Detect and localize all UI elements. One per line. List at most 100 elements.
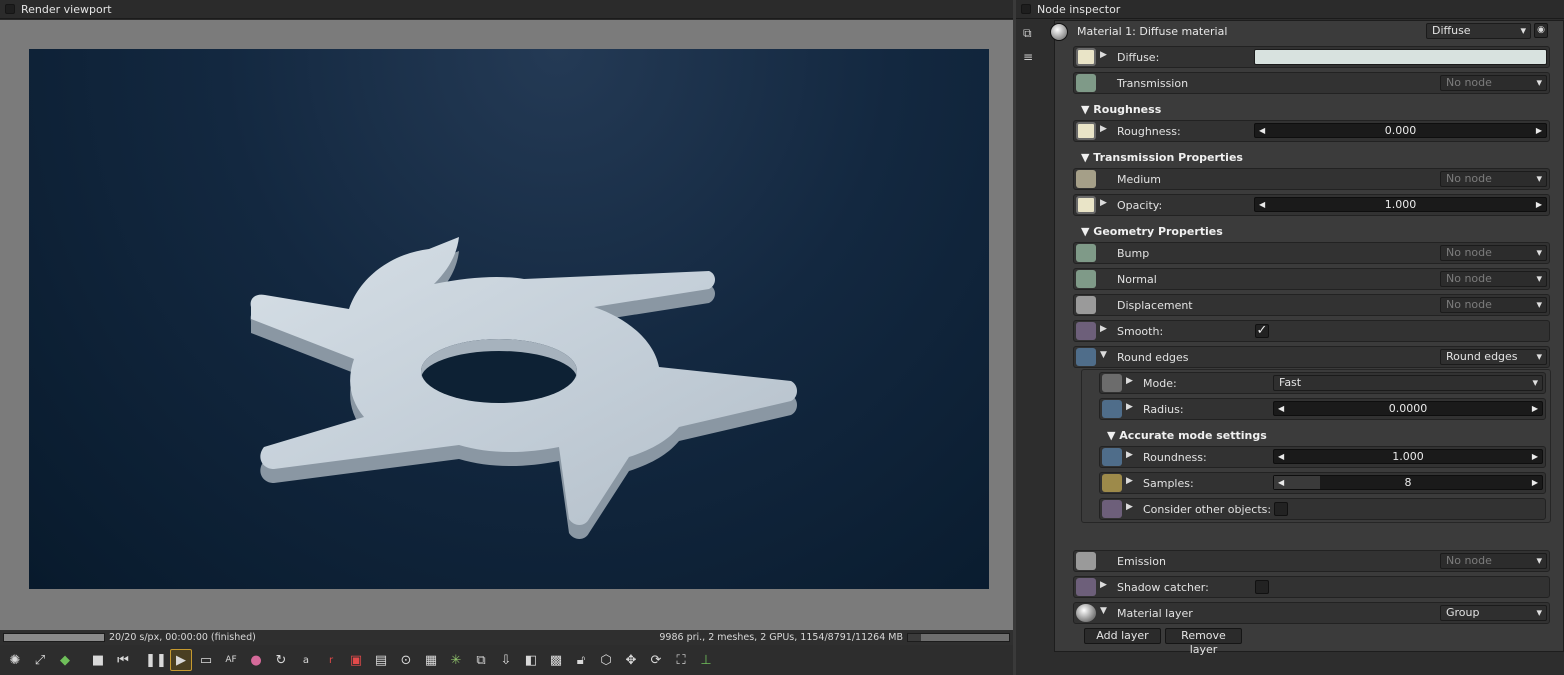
emission-row[interactable]: Emission No node xyxy=(1073,550,1550,572)
decrement-icon[interactable]: ◀ xyxy=(1278,476,1284,489)
clay-icon[interactable]: ◧ xyxy=(520,649,542,671)
axes-icon[interactable]: ⊥ xyxy=(695,649,717,671)
expand-icon[interactable]: ▶ xyxy=(1126,450,1133,460)
copy-icon[interactable]: ⧉ xyxy=(470,649,492,671)
emission-select[interactable]: No node xyxy=(1440,553,1547,569)
expand-icon[interactable]: ▶ xyxy=(1100,198,1107,208)
round-edges-select[interactable]: Round edges xyxy=(1440,349,1547,365)
round-edges-row[interactable]: ▼ Round edges Round edges xyxy=(1073,346,1550,368)
accurate-mode-section[interactable]: ▼ Accurate mode settings xyxy=(1107,429,1267,442)
texture-icon[interactable] xyxy=(1076,122,1096,140)
af-icon[interactable]: AF xyxy=(220,649,242,671)
focus-pick-icon[interactable]: ▣ xyxy=(345,649,367,671)
cube-icon[interactable]: ◆ xyxy=(54,649,76,671)
remove-layer-button[interactable]: Remove layer xyxy=(1165,628,1242,656)
radius-slider[interactable]: ◀ 0.0000 ▶ xyxy=(1273,401,1543,416)
material-layer-icon[interactable] xyxy=(1076,604,1096,622)
increment-icon[interactable]: ▶ xyxy=(1532,450,1538,463)
texture-icon[interactable] xyxy=(1076,48,1096,66)
roughness-row[interactable]: ▶ Roughness: ◀ 0.000 ▶ xyxy=(1073,120,1550,142)
material-layer-row[interactable]: ▼ Material layer Group xyxy=(1073,602,1550,624)
mode-select[interactable]: Fast xyxy=(1273,375,1543,391)
round-edges-icon[interactable] xyxy=(1076,348,1096,366)
pin-grey-icon[interactable] xyxy=(1076,296,1096,314)
consider-objects-checkbox[interactable] xyxy=(1274,502,1288,516)
samples-slider[interactable]: ◀ 8 ▶ xyxy=(1273,475,1543,490)
opacity-row[interactable]: ▶ Opacity: ◀ 1.000 ▶ xyxy=(1073,194,1550,216)
play-icon[interactable]: ▶ xyxy=(170,649,192,671)
roundness-row[interactable]: ▶ Roundness: ◀ 1.000 ▶ xyxy=(1099,446,1546,468)
checker-icon[interactable]: ▩ xyxy=(545,649,567,671)
bump-row[interactable]: Bump No node xyxy=(1073,242,1550,264)
octane-logo-icon[interactable]: ✺ xyxy=(4,649,26,671)
collapse-icon[interactable]: ≡ xyxy=(1023,50,1039,64)
rotate-icon[interactable]: ⟳ xyxy=(645,649,667,671)
expand-icon[interactable]: ▶ xyxy=(1100,50,1107,60)
opacity-slider[interactable]: ◀ 1.000 ▶ xyxy=(1254,197,1547,212)
stop-icon[interactable]: ■ xyxy=(87,649,109,671)
float-icon[interactable] xyxy=(1102,448,1122,466)
transmission-properties-section[interactable]: ▼ Transmission Properties xyxy=(1081,151,1243,164)
box-icon[interactable]: ⬡ xyxy=(595,649,617,671)
pause-icon[interactable]: ❚❚ xyxy=(145,649,167,671)
pin-green-icon[interactable] xyxy=(1076,244,1096,262)
panel-menu-icon[interactable] xyxy=(5,4,15,14)
bump-select[interactable]: No node xyxy=(1440,245,1547,261)
refresh-icon[interactable]: ↻ xyxy=(270,649,292,671)
material-type-select[interactable]: Diffuse xyxy=(1426,23,1531,39)
texture-icon[interactable] xyxy=(1076,196,1096,214)
medium-select[interactable]: No node xyxy=(1440,171,1547,187)
r-pick-icon[interactable]: r xyxy=(320,649,342,671)
expand-icon[interactable]: ▶ xyxy=(1100,580,1107,590)
expand-icon[interactable]: ▶ xyxy=(1100,124,1107,134)
radius-row[interactable]: ▶ Radius: ◀ 0.0000 ▶ xyxy=(1099,398,1546,420)
a-pick-icon[interactable]: a xyxy=(295,649,317,671)
pin-green-icon[interactable] xyxy=(1076,74,1096,92)
render-image[interactable] xyxy=(29,49,989,589)
consider-objects-row[interactable]: ▶ Consider other objects: xyxy=(1099,498,1546,520)
bool-icon[interactable] xyxy=(1076,578,1096,596)
expand-icon[interactable]: ▶ xyxy=(1126,376,1133,386)
float-icon[interactable] xyxy=(1102,400,1122,418)
pin-tan-icon[interactable] xyxy=(1076,170,1096,188)
fullscreen-icon[interactable]: ⛶ xyxy=(670,649,692,671)
add-layer-button[interactable]: Add layer xyxy=(1084,628,1161,644)
decrement-icon[interactable]: ◀ xyxy=(1259,124,1265,137)
mode-row[interactable]: ▶ Mode: Fast xyxy=(1099,372,1546,394)
expand-icon[interactable]: ▶ xyxy=(1100,324,1107,334)
increment-icon[interactable]: ▶ xyxy=(1536,198,1542,211)
transmission-select[interactable]: No node xyxy=(1440,75,1547,91)
displacement-select[interactable]: No node xyxy=(1440,297,1547,313)
collapse-icon[interactable]: ▼ xyxy=(1100,606,1107,616)
roughness-slider[interactable]: ◀ 0.000 ▶ xyxy=(1254,123,1547,138)
diffuse-color-field[interactable] xyxy=(1254,49,1547,65)
bool-icon[interactable] xyxy=(1076,322,1096,340)
material-layer-select[interactable]: Group xyxy=(1440,605,1547,621)
bool-icon[interactable] xyxy=(1102,500,1122,518)
shadow-catcher-row[interactable]: ▶ Shadow catcher: xyxy=(1073,576,1550,598)
normal-row[interactable]: Normal No node xyxy=(1073,268,1550,290)
increment-icon[interactable]: ▶ xyxy=(1532,402,1538,415)
increment-icon[interactable]: ▶ xyxy=(1532,476,1538,489)
increment-icon[interactable]: ▶ xyxy=(1536,124,1542,137)
expand-icon[interactable]: ▶ xyxy=(1126,476,1133,486)
node-graph-icon[interactable]: ⧉ xyxy=(1023,26,1039,40)
monitor-icon[interactable]: ▭ xyxy=(195,649,217,671)
enum-icon[interactable] xyxy=(1102,374,1122,392)
int-icon[interactable] xyxy=(1102,474,1122,492)
transmission-row[interactable]: Transmission No node xyxy=(1073,72,1550,94)
shadow-catcher-checkbox[interactable] xyxy=(1255,580,1269,594)
medium-row[interactable]: Medium No node xyxy=(1073,168,1550,190)
decrement-icon[interactable]: ◀ xyxy=(1278,450,1284,463)
displacement-row[interactable]: Displacement No node xyxy=(1073,294,1550,316)
collapse-icon[interactable]: ▼ xyxy=(1100,350,1107,360)
lock-icon[interactable]: 🔓︎ xyxy=(570,649,592,671)
preview-eye-icon[interactable]: ◉ xyxy=(1534,23,1548,38)
roundness-slider[interactable]: ◀ 1.000 ▶ xyxy=(1273,449,1543,464)
roughness-section[interactable]: ▼ Roughness xyxy=(1081,103,1161,116)
pin-green-icon[interactable] xyxy=(1076,270,1096,288)
panel-menu-icon[interactable] xyxy=(1021,4,1031,14)
smooth-checkbox[interactable]: ✓ xyxy=(1255,324,1269,338)
region-icon[interactable]: ▦ xyxy=(420,649,442,671)
decrement-icon[interactable]: ◀ xyxy=(1278,402,1284,415)
